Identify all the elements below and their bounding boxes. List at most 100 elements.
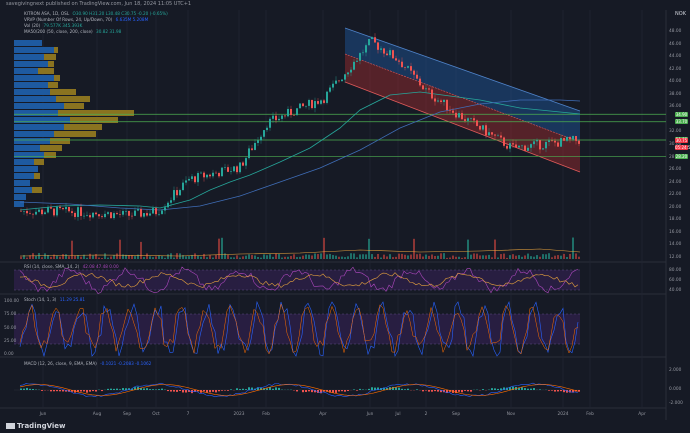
candle-body (398, 60, 400, 62)
macd-pane (14, 382, 580, 398)
volume-bar (506, 257, 508, 259)
macd-histogram-bar (551, 390, 553, 391)
volume-bar (416, 254, 418, 259)
price-tag: 33.70 (675, 119, 688, 125)
volume-bar (281, 257, 283, 259)
legend-main-label: KITRON ASA, 1D, OSL (24, 11, 70, 16)
price-tick: 22.00 (669, 192, 682, 198)
macd-histogram-bar (236, 388, 238, 390)
macd-histogram-bar (401, 388, 403, 390)
candle-body (101, 216, 103, 218)
candle-body (452, 110, 454, 113)
candle-body (233, 166, 235, 172)
chart-canvas[interactable] (0, 0, 690, 433)
tradingview-logo[interactable]: TradingView (6, 422, 66, 430)
macd-histogram-bar (101, 390, 103, 392)
candle-body (332, 83, 334, 88)
volume-bar (275, 253, 277, 259)
price-tick: 32.00 (669, 129, 682, 135)
candle-body (341, 79, 343, 82)
volume-bar (251, 254, 253, 259)
macd-histogram-bar (23, 388, 25, 390)
candle-body (368, 39, 370, 46)
candle-body (263, 130, 265, 137)
candle-body (323, 100, 325, 103)
volume-bar (434, 255, 436, 259)
candle-body (230, 171, 232, 172)
volume-bar (269, 254, 271, 259)
volume-bar (455, 256, 457, 259)
candle-body (44, 212, 46, 215)
legend-ma[interactable]: MA50/200 (50, close, 200, close) 30.82 3… (24, 29, 121, 34)
volume-bar (344, 257, 346, 259)
candle-body (107, 212, 109, 214)
candle-body (473, 118, 475, 121)
volume-bar (113, 255, 115, 259)
time-tick: Oct (152, 412, 160, 417)
macd-histogram-bar (83, 390, 85, 392)
volume-profile (14, 40, 134, 207)
volume-bar (545, 254, 547, 259)
candle-body (80, 207, 82, 216)
macd-histogram-bar (149, 389, 151, 390)
candle-body (251, 148, 253, 150)
macd-histogram-bar (524, 388, 526, 390)
macd-histogram-bar (335, 390, 337, 393)
volume-bar (557, 255, 559, 259)
legend-stoch[interactable]: Stoch (14, 1, 3) 11.29 25.81 (24, 297, 85, 302)
candle-body (326, 91, 328, 103)
legend-macd-values: -0.1021 -0.2083 -0.1062 (100, 361, 152, 366)
macd-histogram-bar (170, 390, 172, 392)
candle-body (152, 208, 154, 214)
legend-vol[interactable]: Vol (20) 79.577K 345.393K (24, 23, 82, 28)
candle-body (431, 89, 433, 99)
volume-bar (74, 255, 76, 259)
candle-body (299, 103, 301, 109)
candle-body (563, 138, 565, 141)
price-tag: 30.75 (675, 137, 688, 143)
legend-macd[interactable]: MACD (12, 26, close, 9, EMA, EMA) -0.102… (24, 361, 151, 366)
candle-body (137, 209, 139, 211)
macd-histogram-bar (239, 389, 241, 390)
macd-histogram-bar (347, 390, 349, 392)
candle-body (506, 145, 508, 149)
volume-bar (359, 254, 361, 259)
candle-body (536, 140, 538, 142)
macd-axis-neg2: -2.000 (669, 401, 683, 406)
volume-bar (206, 257, 208, 259)
legend-rsi[interactable]: RSI (14, close, SMA, 14, 2) 42.08 47.48 … (24, 264, 119, 269)
volume-bar (98, 257, 100, 259)
candle-body (509, 143, 511, 149)
price-tag: 34.90 (675, 111, 688, 117)
legend-vrvp[interactable]: VRVP (Number Of Rows, 24, Up/Down, 70) 6… (24, 17, 148, 22)
candle-body (95, 212, 97, 215)
macd-histogram-bar (41, 390, 43, 391)
candle-body (197, 173, 199, 183)
volume-bar (53, 254, 55, 259)
legend-main[interactable]: KITRON ASA, 1D, OSL O30.90 H31.20 L30.48… (24, 11, 168, 16)
candle-body (41, 209, 43, 215)
macd-histogram-bar (146, 388, 148, 390)
candle-body (122, 211, 124, 215)
candle-body (38, 209, 40, 212)
volume-bar (65, 254, 67, 259)
candle-body (569, 136, 571, 140)
macd-histogram-bar (359, 388, 361, 390)
macd-histogram-bar (143, 388, 145, 390)
macd-histogram-bar (203, 390, 205, 392)
candle-body (518, 145, 520, 148)
volume-bar (230, 257, 232, 259)
candle-body (224, 167, 226, 168)
candle-body (281, 115, 283, 119)
volume-bar (263, 254, 265, 259)
legend-vrvp-values: 6.635M 5.208M (115, 17, 149, 22)
macd-histogram-bar (428, 390, 430, 392)
candle-body (524, 145, 526, 151)
candle-body (503, 137, 505, 146)
volume-bar (203, 253, 205, 259)
price-tick: 26.00 (669, 167, 682, 173)
volume-bar (386, 256, 388, 259)
candle-body (374, 37, 376, 43)
candle-body (356, 60, 358, 62)
volume-bar (134, 256, 136, 259)
